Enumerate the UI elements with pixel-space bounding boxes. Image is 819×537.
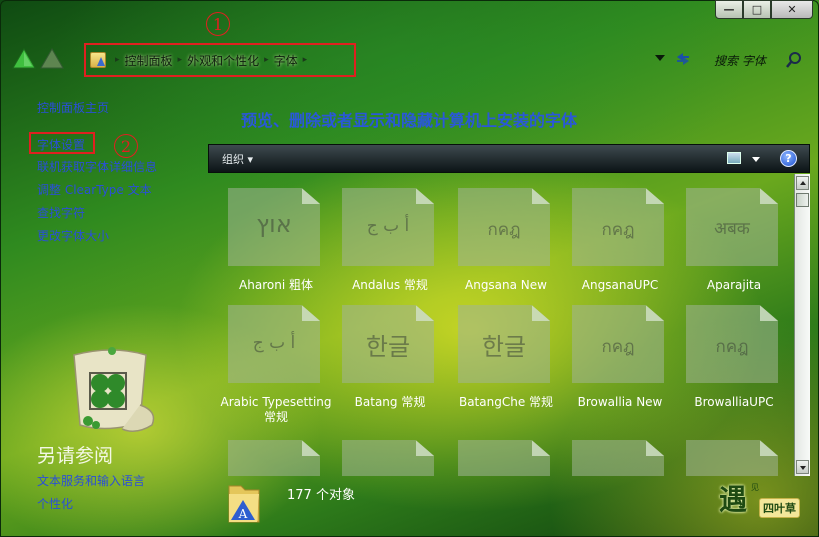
font-page-icon: 한글 [342, 305, 434, 383]
font-name: BrowalliaUPC [694, 395, 774, 409]
breadcrumb-fonts[interactable]: 字体 [274, 52, 298, 69]
scroll-up-button[interactable] [796, 176, 809, 190]
sidebar-link-control-panel-home[interactable]: 控制面板主页 [37, 99, 109, 116]
breadcrumb-control-panel[interactable]: 控制面板 [125, 52, 173, 69]
search-input[interactable]: 搜索 字体 [700, 50, 804, 70]
font-family-page-icon[interactable] [686, 440, 778, 476]
scroll-down-button[interactable] [796, 460, 809, 474]
command-toolbar: 组织 ▾ ? [208, 144, 810, 173]
refresh-icon[interactable] [674, 51, 692, 67]
font-family-page-icon[interactable] [572, 440, 664, 476]
font-family-page-icon: กคฎ [572, 188, 664, 266]
font-tile[interactable]: 한글 Batang 常规 [342, 305, 438, 409]
font-row-partial [208, 436, 794, 476]
views-icon[interactable] [727, 152, 741, 164]
watermark-badge: 四叶草 [759, 498, 800, 518]
font-name: Batang 常规 [354, 395, 426, 409]
watermark-small: 见 [751, 483, 759, 492]
font-name: Aharoni 粗体 [239, 278, 313, 292]
help-icon[interactable]: ? [780, 150, 797, 167]
address-history-dropdown[interactable] [655, 55, 665, 61]
font-tile[interactable]: กคฎ AngsanaUPC [572, 188, 668, 292]
annotation-circle-1: 1 [206, 12, 230, 36]
scroll-thumb[interactable] [796, 193, 809, 207]
breadcrumb-separator-icon[interactable]: ▸ [115, 55, 120, 65]
font-tile[interactable]: กคฎ Angsana New [458, 188, 554, 292]
watermark-char: 遇 [719, 483, 748, 516]
forward-arrow-icon[interactable] [40, 48, 64, 70]
address-bar[interactable]: ▸ 控制面板 ▸ 外观和个性化 ▸ 字体 ▸ [84, 43, 356, 77]
sidebar-link-get-font-info[interactable]: 联机获取字体详细信息 [37, 158, 157, 175]
sidebar-link-cleartype[interactable]: 调整 ClearType 文本 [37, 181, 152, 198]
caption-buttons: — □ ✕ [715, 0, 813, 19]
back-arrow-icon[interactable] [12, 48, 36, 70]
font-page-icon: أ ب ج [228, 305, 320, 383]
font-name: AngsanaUPC [581, 278, 659, 292]
watermark-logo: 遇 见 四叶草 [715, 478, 811, 522]
font-sample: กคฎ [601, 337, 635, 357]
font-page-icon: 한글 [458, 305, 550, 383]
organize-label: 组织 ▾ [222, 152, 254, 166]
clover-card-icon [73, 347, 155, 432]
sidebar-link-personalization[interactable]: 个性化 [37, 495, 73, 512]
font-family-page-icon: กคฎ [458, 188, 550, 266]
annotation-box-font-settings [29, 132, 95, 154]
font-tile[interactable]: אוץ Aharoni 粗体 [228, 188, 324, 292]
font-sample: กคฎ [601, 220, 635, 240]
font-family-page-icon[interactable] [228, 440, 320, 476]
font-family-page-icon[interactable] [458, 440, 550, 476]
font-family-page-icon[interactable] [342, 440, 434, 476]
font-family-page-icon: กคฎ [686, 305, 778, 383]
object-count: 177 个对象 [287, 488, 355, 503]
font-sample: أ ب ج [252, 333, 296, 353]
font-name: Andalus 常规 [352, 278, 428, 292]
views-dropdown-caret[interactable] [752, 157, 760, 162]
font-name: Aparajita [706, 278, 762, 292]
breadcrumb-separator-icon[interactable]: ▸ [264, 55, 269, 65]
font-sample: أ ب ج [366, 216, 410, 236]
font-name: Arabic Typesetting 常规 [220, 395, 332, 424]
see-also-heading: 另请参阅 [37, 445, 114, 467]
font-sample: אוץ [256, 210, 292, 238]
fonts-folder-icon [90, 52, 106, 68]
page-title: 预览、删除或者显示和隐藏计算机上安装的字体 [241, 111, 578, 130]
font-sample: กคฎ [487, 220, 521, 240]
font-sample: अबक [714, 219, 750, 239]
font-sample: กคฎ [715, 337, 749, 357]
font-tile[interactable]: अबक Aparajita [686, 188, 782, 292]
fonts-folder-icon: A [228, 485, 260, 523]
sidebar-link-text-services[interactable]: 文本服务和输入语言 [37, 472, 145, 489]
font-sample: 한글 [481, 333, 527, 361]
annotation-circle-2: 2 [114, 134, 138, 158]
close-button[interactable]: ✕ [771, 0, 813, 19]
vertical-scrollbar[interactable] [794, 174, 810, 476]
breadcrumb-appearance[interactable]: 外观和个性化 [187, 52, 259, 69]
breadcrumb-separator-icon[interactable]: ▸ [303, 55, 308, 65]
font-tile[interactable]: กคฎ Browallia New [572, 305, 668, 409]
font-family-page-icon: กคฎ [572, 305, 664, 383]
font-family-page-icon: अबक [686, 188, 778, 266]
organize-button[interactable]: 组织 ▾ [222, 151, 253, 167]
minimize-button[interactable]: — [715, 0, 743, 19]
font-page-icon: أ ب ج [342, 188, 434, 266]
search-placeholder: 搜索 字体 [714, 53, 766, 68]
font-tile[interactable]: أ ب ج Arabic Typesetting 常规 [220, 305, 332, 424]
font-page-icon: אוץ [228, 188, 320, 266]
svg-text:A: A [238, 507, 248, 521]
font-sample: 한글 [365, 333, 411, 361]
sidebar-link-find-character[interactable]: 查找字符 [37, 204, 85, 221]
font-tile[interactable]: 한글 BatangChe 常规 [458, 305, 554, 409]
sidebar-link-change-font-size[interactable]: 更改字体大小 [37, 227, 109, 244]
breadcrumb-separator-icon[interactable]: ▸ [178, 55, 183, 65]
font-tile[interactable]: أ ب ج Andalus 常规 [342, 188, 438, 292]
font-tile[interactable]: กคฎ BrowalliaUPC [686, 305, 782, 409]
search-icon[interactable] [786, 51, 802, 69]
font-name: Browallia New [577, 395, 663, 409]
font-name: BatangChe 常规 [458, 395, 554, 409]
maximize-button[interactable]: □ [743, 0, 771, 19]
font-name: Angsana New [465, 278, 547, 292]
